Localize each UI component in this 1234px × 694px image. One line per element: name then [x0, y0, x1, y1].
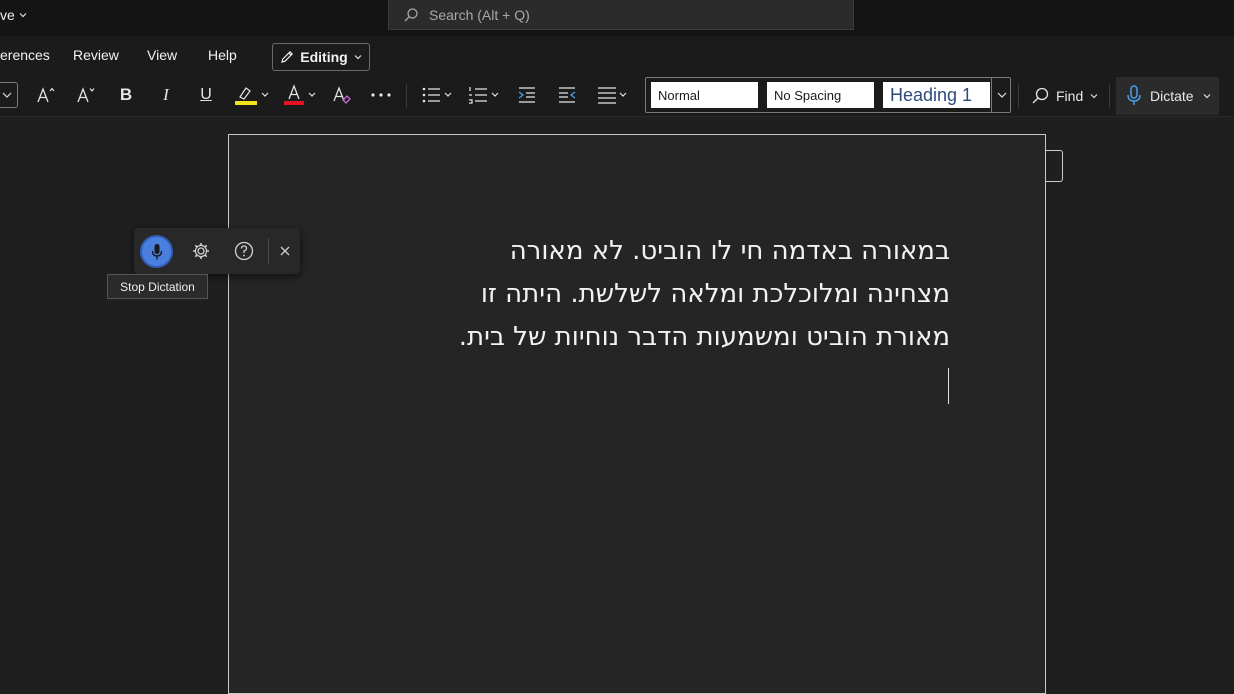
microphone-icon: [151, 243, 162, 259]
chevron-down-icon: [19, 13, 27, 18]
numbered-list-icon: [469, 87, 499, 104]
increase-indent-icon: [559, 87, 576, 103]
tab-help[interactable]: Help: [208, 47, 237, 63]
style-heading-1[interactable]: Heading 1: [883, 82, 990, 108]
chevron-down-icon: [2, 92, 12, 98]
page-edge: [1046, 150, 1063, 182]
tab-references[interactable]: erences: [0, 47, 50, 63]
search-input[interactable]: [429, 6, 829, 23]
title-bar: ve: [0, 0, 1234, 36]
more-icon: [371, 93, 391, 97]
numbering-button[interactable]: [467, 76, 505, 114]
tab-review[interactable]: Review: [73, 47, 119, 63]
pencil-icon: [281, 50, 294, 63]
styles-more-button[interactable]: [991, 78, 1012, 112]
chevron-down-icon: [997, 92, 1007, 98]
editing-mode-button[interactable]: Editing: [272, 43, 370, 71]
highlight-color-button[interactable]: [233, 76, 273, 114]
bullets-button[interactable]: [420, 76, 458, 114]
close-dictation-button[interactable]: [274, 240, 296, 262]
chevron-down-icon: [1203, 94, 1211, 99]
stop-dictation-button[interactable]: [142, 237, 171, 266]
clear-formatting-button[interactable]: [330, 76, 354, 114]
underline-button[interactable]: U: [194, 76, 218, 114]
ribbon-separator: [406, 84, 407, 108]
style-no-spacing[interactable]: No Spacing: [767, 82, 874, 108]
ribbon-separator: [1018, 84, 1019, 108]
dictate-label: Dictate: [1150, 88, 1194, 104]
dictation-separator: [268, 238, 269, 264]
align-icon: [598, 87, 627, 104]
dictation-help-button[interactable]: [233, 240, 255, 262]
highlighter-icon: [235, 87, 269, 105]
text-cursor: [948, 368, 949, 404]
increase-indent-button[interactable]: [555, 76, 579, 114]
close-icon: [280, 246, 290, 256]
bullet-list-icon: [422, 87, 452, 103]
font-size-dropdown[interactable]: [0, 82, 18, 108]
italic-button[interactable]: I: [154, 76, 178, 114]
search-icon: [1032, 87, 1049, 104]
bold-button[interactable]: B: [114, 76, 138, 114]
tab-view[interactable]: View: [147, 47, 177, 63]
document-line: מאורת הוביט ומשמעות הדבר נוחיות של בית.: [458, 322, 950, 352]
align-button[interactable]: [595, 76, 633, 114]
shrink-font-button[interactable]: [74, 76, 98, 114]
ribbon-tabs: erences Review View Help: [0, 36, 1234, 76]
styles-gallery: Normal No Spacing Heading 1: [645, 77, 1011, 113]
ribbon-separator: [1109, 84, 1110, 108]
search-icon: [404, 7, 418, 21]
chevron-down-icon: [354, 55, 362, 60]
clear-formatting-icon: [333, 86, 351, 104]
decrease-indent-icon: [518, 87, 535, 103]
decrease-indent-button[interactable]: [515, 76, 539, 114]
help-icon: [234, 241, 254, 261]
document-body[interactable]: במאורה באדמה חי לו הוביט. לא מאורה מצחינ…: [300, 230, 950, 359]
dictate-button[interactable]: Dictate: [1116, 77, 1219, 115]
document-line: מצחינה ומלוכלכת ומלאה לשלשת. היתה זו: [480, 279, 950, 309]
editing-label: Editing: [300, 49, 348, 65]
find-button[interactable]: Find: [1030, 84, 1099, 108]
more-options-button[interactable]: [368, 76, 394, 114]
shrink-font-icon: [77, 87, 95, 103]
grow-font-icon: [37, 87, 55, 103]
font-color-button[interactable]: [283, 76, 323, 114]
dictation-toolbar: [134, 228, 300, 274]
save-status-dropdown[interactable]: ve: [0, 7, 28, 23]
document-page[interactable]: [228, 134, 1046, 694]
save-status-label: ve: [0, 7, 15, 23]
gear-icon: [193, 243, 209, 259]
font-color-icon: [284, 84, 316, 105]
document-line: במאורה באדמה חי לו הוביט. לא מאורה: [509, 236, 950, 266]
stop-dictation-tooltip: Stop Dictation: [107, 274, 208, 299]
chevron-down-icon: [1090, 94, 1098, 99]
style-normal[interactable]: Normal: [651, 82, 758, 108]
find-label: Find: [1056, 88, 1084, 104]
dictation-settings-button[interactable]: [190, 240, 212, 262]
grow-font-button[interactable]: [34, 76, 58, 114]
search-box[interactable]: [388, 0, 854, 30]
microphone-icon: [1127, 85, 1141, 105]
